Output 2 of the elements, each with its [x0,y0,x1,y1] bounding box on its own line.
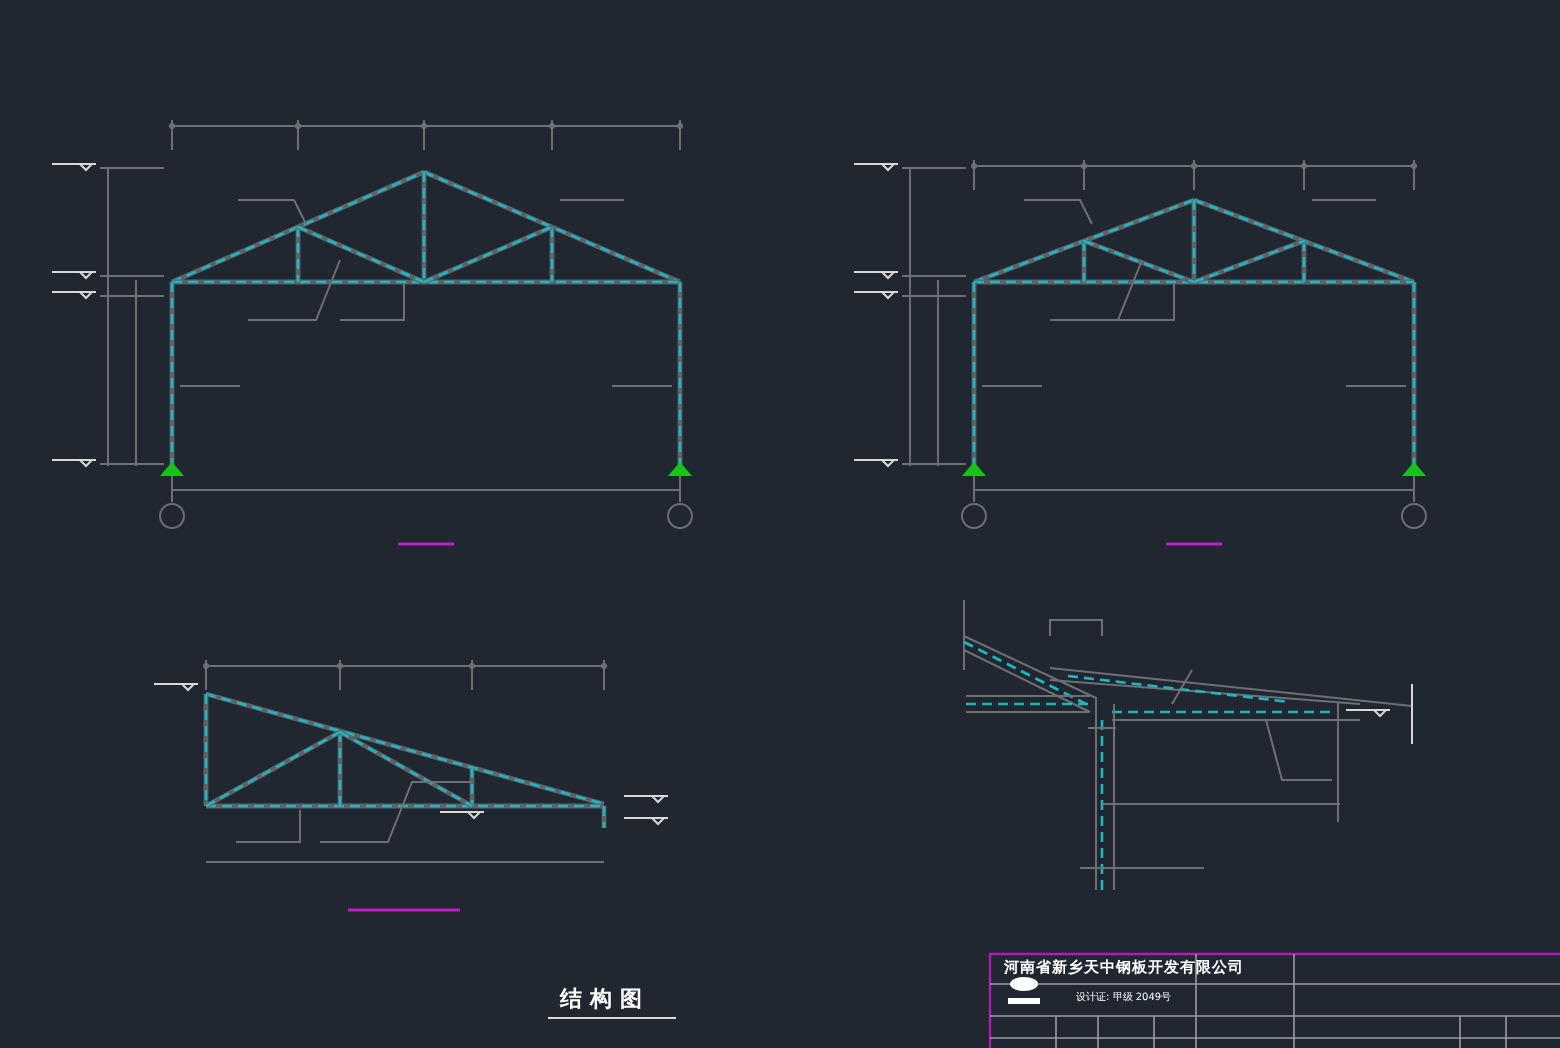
drawing-title: 结构图 [560,986,650,1012]
logo-icon [1008,977,1040,1004]
